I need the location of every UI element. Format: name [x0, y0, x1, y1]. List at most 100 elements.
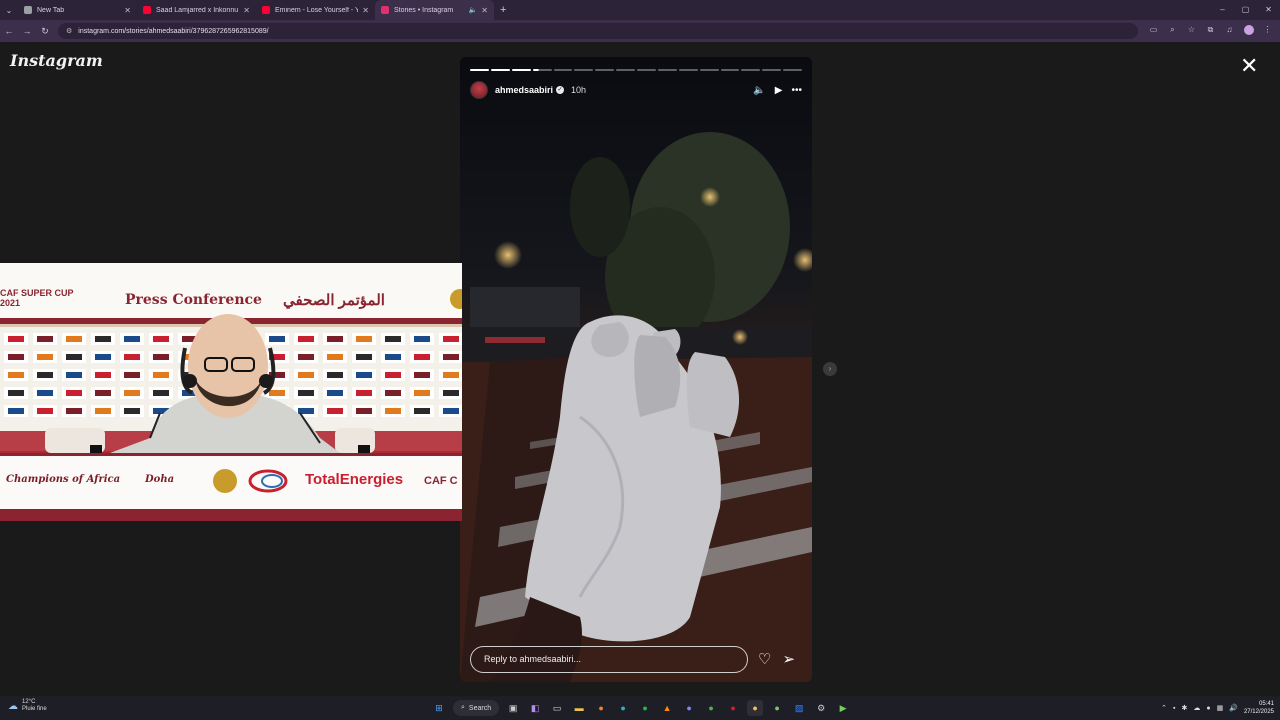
story-progress-segment [699, 69, 719, 71]
reload-icon[interactable]: ↻ [36, 26, 54, 37]
avatar[interactable] [470, 81, 488, 99]
tab-close-icon[interactable]: ✕ [243, 6, 250, 15]
next-story-arrow-icon[interactable]: › [823, 362, 837, 376]
weather-widget[interactable]: ☁ 12°C Pluie fine [8, 699, 47, 713]
browser-menu-icon[interactable]: ⋮ [1258, 25, 1277, 37]
widgets-icon[interactable]: ◧ [527, 700, 543, 716]
sponsor-logo-mark [37, 408, 53, 414]
sponsor-logo-mark [37, 372, 53, 378]
browser-tab[interactable]: Eminem - Lose Yourself - YouTube✕ [256, 0, 375, 20]
tray-volume-icon[interactable]: 🔊 [1229, 704, 1238, 712]
file-explorer-icon[interactable]: ▬ [571, 700, 587, 716]
back-icon[interactable]: ← [0, 26, 18, 36]
tray-network-icon[interactable]: ▦ [1217, 704, 1224, 712]
sponsor-logo-mark [385, 336, 401, 342]
tab-search-icon[interactable]: ⌄ [0, 0, 18, 20]
sponsor-logo-mark [414, 372, 430, 378]
app-red-icon[interactable]: ● [725, 700, 741, 716]
sponsor-logo-mark [414, 390, 430, 396]
volume-icon[interactable]: 🔈 [753, 85, 765, 96]
send-direct-icon[interactable]: ➢ [782, 650, 795, 668]
app-play-icon[interactable]: ▶ [835, 700, 851, 716]
bookmark-star-icon[interactable]: ☆ [1182, 25, 1201, 37]
tray-mic-icon[interactable]: ● [1206, 705, 1210, 712]
maximize-icon[interactable]: ▢ [1234, 0, 1257, 20]
task-view-icon[interactable]: ▣ [505, 700, 521, 716]
reply-input[interactable]: Reply to ahmedsaabiri... [470, 645, 748, 673]
tray-bluetooth-icon[interactable]: ✱ [1182, 704, 1188, 712]
sponsor-logo-mark [327, 354, 343, 360]
sponsor-logo-mark [95, 336, 111, 342]
story-username[interactable]: ahmedsaabiri [495, 85, 553, 95]
vlc-icon[interactable]: ▲ [659, 700, 675, 716]
close-icon[interactable]: ✕ [1240, 55, 1258, 77]
tray-cloud-icon[interactable]: ☁ [1193, 704, 1200, 712]
minimize-icon[interactable]: – [1211, 0, 1234, 20]
sponsor-logo-mark [443, 372, 459, 378]
sponsor-logo-mark [153, 372, 169, 378]
picture-in-picture-video[interactable]: CAF SUPER CUP 2021 Press Conference المؤ… [0, 263, 462, 521]
extensions-icon[interactable]: ⧉ [1201, 25, 1220, 37]
taskbar-clock[interactable]: 05:41 27/12/2025 [1244, 700, 1274, 716]
tab-favicon-icon [24, 6, 32, 14]
profile-avatar[interactable] [1239, 25, 1258, 37]
edge-icon[interactable]: ● [615, 700, 631, 716]
sponsor-logo-mark [95, 372, 111, 378]
sponsor-logo-mark [298, 372, 314, 378]
windows-taskbar: ☁ 12°C Pluie fine ⊞ ⌕ Search ▣ ◧ ▭ ▬ ● ● … [0, 696, 1280, 720]
sponsor-logo-mark [66, 336, 82, 342]
discord-icon[interactable]: ● [681, 700, 697, 716]
zoom-icon[interactable]: ⌕ [1163, 25, 1182, 37]
tab-close-icon[interactable]: ✕ [124, 6, 131, 15]
install-app-icon[interactable]: ▭ [1144, 25, 1163, 37]
chrome-active-icon[interactable]: ● [747, 700, 764, 716]
tab-label: Stories • Instagram [394, 6, 454, 14]
instagram-story-page: Instagram ✕ › ahmedsaabiri ✓ 10h 🔈 ▶ •••… [0, 42, 1280, 696]
address-bar[interactable]: ⚙ instagram.com/stories/ahmedsaabiri/379… [58, 23, 1138, 39]
like-heart-icon[interactable]: ♡ [758, 650, 771, 668]
sponsor-logo-mark [153, 390, 169, 396]
tab-close-icon[interactable]: ✕ [481, 6, 488, 15]
story-progress-segment [783, 69, 802, 71]
more-options-icon[interactable]: ••• [791, 85, 802, 96]
firefox-icon[interactable]: ● [593, 700, 609, 716]
taskbar-search[interactable]: ⌕ Search [453, 700, 500, 716]
new-tab-button[interactable]: + [500, 4, 506, 16]
system-tray: ⌃ ▪ ✱ ☁ ● ▦ 🔊 05:41 27/12/2025 [1161, 696, 1274, 720]
browser-tab[interactable]: New Tab ✕ [18, 0, 137, 20]
sponsor-logo-mark [327, 336, 343, 342]
media-control-icon[interactable]: ♫ [1220, 25, 1239, 37]
tray-app-icon[interactable]: ▪ [1173, 705, 1175, 712]
forward-icon[interactable]: → [18, 26, 36, 36]
chrome-icon[interactable]: ● [703, 700, 719, 716]
pause-play-icon[interactable]: ▶ [775, 85, 783, 96]
tab-audio-icon[interactable]: 🔈 [469, 6, 478, 14]
story-progress-segment [657, 69, 677, 71]
story-progress-segment [553, 69, 573, 71]
sponsor-logo-mark [443, 390, 459, 396]
story-progress-bar [470, 69, 802, 71]
browser-tab[interactable]: Saad Lamjarred x Inkonnu x Afri... ✕ [137, 0, 256, 20]
tray-chevron-icon[interactable]: ⌃ [1161, 704, 1167, 712]
settings-gear-icon[interactable]: ⚙ [813, 700, 829, 716]
close-window-icon[interactable]: ✕ [1257, 0, 1280, 20]
sponsor-logo-mark [327, 372, 343, 378]
app-blue-icon[interactable]: ▨ [791, 700, 807, 716]
instagram-logo[interactable]: Instagram [10, 51, 103, 70]
sponsor-logo-mark [66, 372, 82, 378]
sponsor-logo-mark [8, 336, 24, 342]
weather-desc: Pluie fine [22, 706, 47, 712]
site-info-icon[interactable]: ⚙ [66, 27, 72, 35]
snipping-tool-icon[interactable]: ▭ [549, 700, 565, 716]
story-viewer[interactable]: ahmedsaabiri ✓ 10h 🔈 ▶ ••• Reply to ahme… [460, 57, 812, 682]
sponsor-logo-mark [153, 336, 169, 342]
browser-tab[interactable]: Stories • Instagram 🔈 ✕ [375, 0, 494, 20]
spotify-icon[interactable]: ● [637, 700, 653, 716]
tab-label: Saad Lamjarred x Inkonnu x Afri... [156, 6, 239, 14]
app-green-icon[interactable]: ● [769, 700, 785, 716]
weather-temp: 12°C [22, 699, 36, 705]
sponsor-logo-mark [327, 408, 343, 414]
sponsor-logo-mark [414, 408, 430, 414]
tab-close-icon[interactable]: ✕ [362, 6, 369, 15]
start-menu-icon[interactable]: ⊞ [431, 700, 447, 716]
